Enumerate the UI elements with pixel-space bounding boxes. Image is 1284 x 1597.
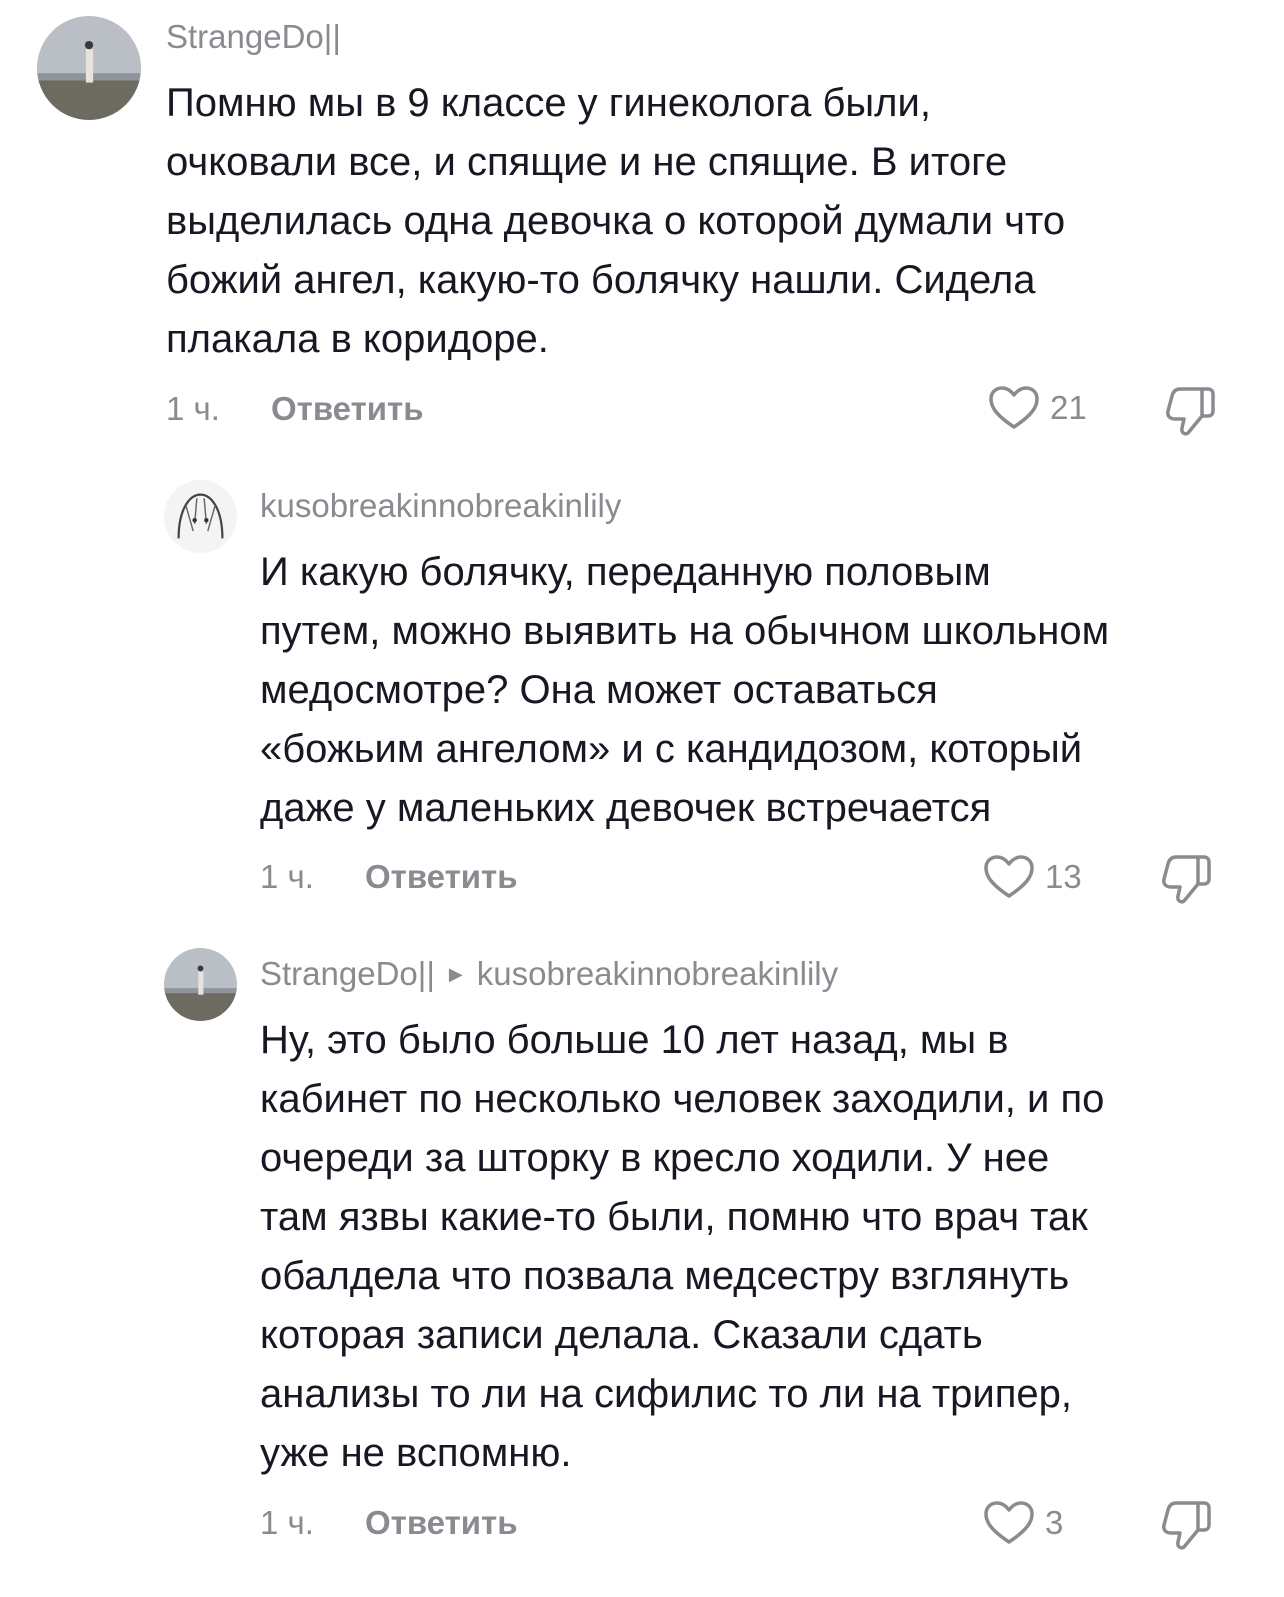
username-text[interactable]: StrangeDo|| (166, 18, 341, 56)
comment-time: 1 ч. (166, 390, 220, 427)
heart-outline-icon (984, 855, 1034, 898)
heart-outline-icon (989, 386, 1039, 429)
comment-text: Ну, это было больше 10 лет назад, мы в к… (260, 1018, 1105, 1475)
like-button[interactable]: 21 (988, 385, 1087, 431)
reply-button[interactable]: Ответить (365, 858, 518, 896)
thumbs-down-outline-icon (1166, 387, 1215, 436)
comment-time: 1 ч. (260, 1504, 314, 1541)
username-text[interactable]: kusobreakinnobreakinlily (260, 487, 621, 525)
comment-username[interactable]: kusobreakinnobreakinlily (260, 487, 621, 525)
avatar-strangedoll[interactable] (164, 948, 237, 1021)
reply-button[interactable]: Ответить (365, 1504, 518, 1542)
comment-time: 1 ч. (260, 858, 314, 895)
triangle-right-icon: ▶ (448, 963, 463, 984)
beach-photo-avatar-icon (37, 16, 141, 120)
comment-username: StrangeDo|| ▶ kusobreakinnobreakinlily (260, 955, 838, 993)
like-count: 21 (1050, 389, 1087, 426)
like-button[interactable]: 13 (983, 854, 1082, 900)
dislike-button[interactable] (1158, 851, 1214, 907)
comment-username[interactable]: StrangeDo|| (166, 18, 341, 56)
dislike-button[interactable] (1162, 383, 1218, 439)
manga-drawing-avatar-icon (164, 480, 237, 553)
like-count: 3 (1045, 1504, 1064, 1541)
like-count: 13 (1045, 858, 1082, 895)
reply-button[interactable]: Ответить (271, 390, 424, 428)
comment-text: Помню мы в 9 классе у гинеколога были, о… (166, 81, 1066, 361)
comment-meta: 1 ч. Ответить (260, 858, 518, 896)
like-button[interactable]: 3 (983, 1500, 1063, 1546)
thumbs-down-outline-icon (1162, 855, 1211, 904)
comment-meta: 1 ч. Ответить (166, 390, 424, 428)
beach-photo-avatar-icon (164, 948, 237, 1021)
username-text[interactable]: StrangeDo|| (260, 955, 435, 993)
reply-to-username[interactable]: kusobreakinnobreakinlily (477, 955, 838, 993)
dislike-button[interactable] (1158, 1497, 1214, 1553)
heart-outline-icon (984, 1501, 1034, 1544)
avatar-kusobreakinnobreakinlily[interactable] (164, 480, 237, 553)
comment-meta: 1 ч. Ответить (260, 1504, 518, 1542)
thumbs-down-outline-icon (1162, 1501, 1211, 1550)
avatar-strangedoll[interactable] (37, 16, 141, 120)
comment-text: И какую болячку, переданную половым путе… (260, 550, 1110, 830)
